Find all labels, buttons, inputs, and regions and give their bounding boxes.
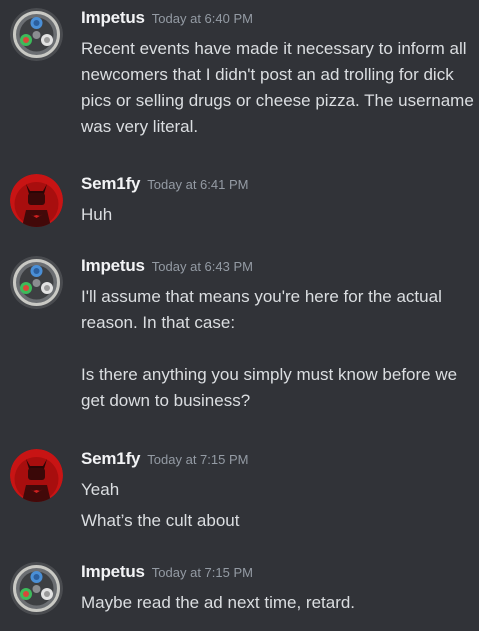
timestamp[interactable]: Today at 7:15 PM bbox=[147, 452, 248, 467]
timestamp[interactable]: Today at 6:43 PM bbox=[152, 259, 253, 274]
compass-emblem-icon bbox=[10, 8, 63, 61]
username[interactable]: Sem1fy bbox=[81, 449, 140, 468]
timestamp[interactable]: Today at 6:40 PM bbox=[152, 11, 253, 26]
message-header: Sem1fy Today at 7:15 PM bbox=[81, 449, 248, 469]
message-text: I'll assume that means you're here for t… bbox=[81, 287, 458, 410]
compass-emblem-icon bbox=[10, 562, 63, 615]
avatar[interactable] bbox=[10, 562, 63, 615]
message-text: Yeah bbox=[81, 480, 120, 499]
avatar[interactable] bbox=[10, 174, 63, 227]
message-text: Recent events have made it necessary to … bbox=[81, 39, 479, 136]
avatar[interactable] bbox=[10, 449, 63, 502]
username[interactable]: Impetus bbox=[81, 562, 145, 581]
message-header: Impetus Today at 7:15 PM bbox=[81, 562, 253, 582]
username[interactable]: Impetus bbox=[81, 8, 145, 27]
message-text: Maybe read the ad next time, retard. bbox=[81, 593, 356, 612]
batman-red-icon bbox=[10, 174, 63, 227]
timestamp[interactable]: Today at 6:41 PM bbox=[147, 177, 248, 192]
message-header: Impetus Today at 6:40 PM bbox=[81, 8, 253, 28]
username[interactable]: Sem1fy bbox=[81, 174, 140, 193]
timestamp[interactable]: Today at 7:15 PM bbox=[152, 565, 253, 580]
message-text: What’s the cult about bbox=[81, 511, 240, 530]
batman-red-icon bbox=[10, 449, 63, 502]
message-text: Huh bbox=[81, 205, 113, 224]
message-header: Impetus Today at 6:43 PM bbox=[81, 256, 253, 276]
message-header: Sem1fy Today at 6:41 PM bbox=[81, 174, 248, 194]
avatar[interactable] bbox=[10, 256, 63, 309]
username[interactable]: Impetus bbox=[81, 256, 145, 275]
compass-emblem-icon bbox=[10, 256, 63, 309]
avatar[interactable] bbox=[10, 8, 63, 61]
